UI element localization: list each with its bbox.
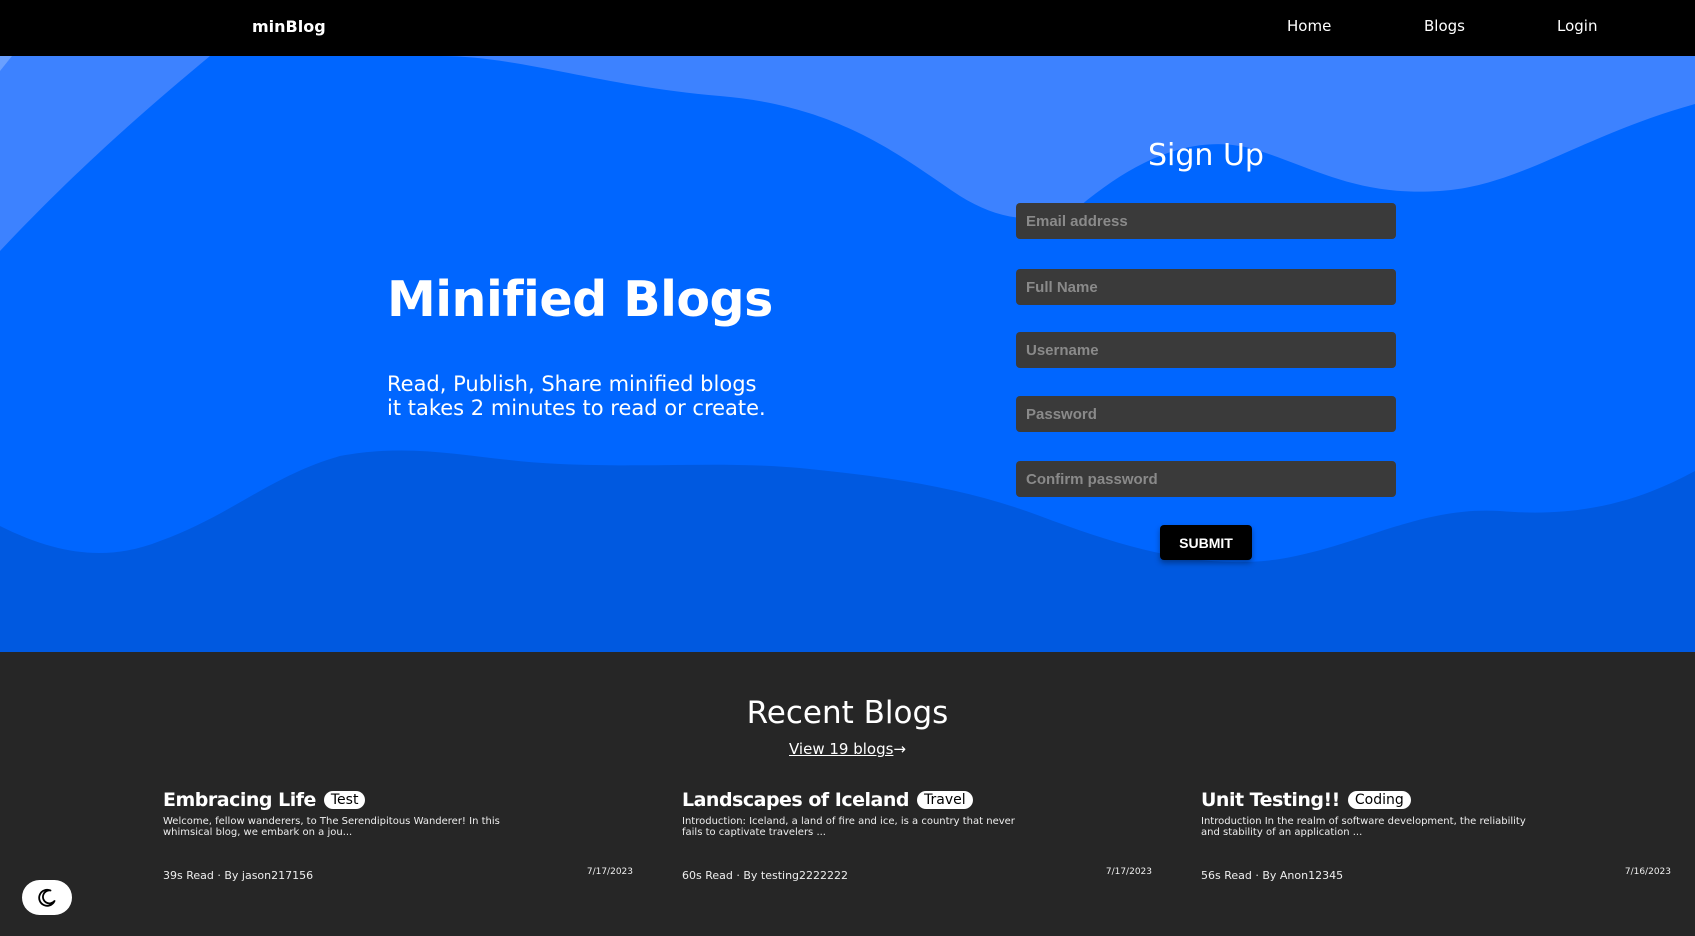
hero-subtitle: Read, Publish, Share minified blogs it t… — [387, 372, 766, 420]
blog-date: 7/16/2023 — [1624, 867, 1671, 877]
submit-button[interactable]: SUBMIT — [1160, 525, 1252, 560]
nav-blogs-link[interactable]: Blogs — [1424, 17, 1465, 35]
blog-excerpt: Introduction: Iceland, a land of fire an… — [682, 816, 1015, 838]
fullname-field[interactable] — [1016, 269, 1396, 305]
blog-excerpt: Welcome, fellow wanderers, to The Serend… — [163, 816, 500, 838]
blog-tag: Coding — [1347, 791, 1411, 809]
signup-title: Sign Up — [1148, 138, 1264, 173]
blog-tag: Test — [323, 791, 366, 809]
blog-title-text[interactable]: Embracing Life — [163, 789, 316, 811]
blog-card-title[interactable]: Embracing Life Test — [163, 789, 366, 811]
blog-card-title[interactable]: Landscapes of Iceland Travel — [682, 789, 973, 811]
blog-card[interactable]: Landscapes of Iceland Travel Introduction… — [682, 789, 1152, 889]
blog-meta: 56s Read · By Anon12345 — [1201, 869, 1344, 882]
blog-title-text[interactable]: Landscapes of Iceland — [682, 789, 909, 811]
hero-subtitle-line2: it takes 2 minutes to read or create. — [387, 396, 766, 420]
brand-logo[interactable]: minBlog — [252, 17, 326, 36]
navbar: minBlog Home Blogs Login — [0, 0, 1695, 56]
hero-section: Minified Blogs Read, Publish, Share mini… — [0, 56, 1695, 652]
email-field[interactable] — [1016, 203, 1396, 239]
blog-card[interactable]: Unit Testing!! Coding Introduction In the… — [1201, 789, 1671, 889]
blog-title-text[interactable]: Unit Testing!! — [1201, 789, 1340, 811]
username-field[interactable] — [1016, 332, 1396, 368]
nav-login-link[interactable]: Login — [1557, 17, 1597, 35]
nav-home-link[interactable]: Home — [1287, 17, 1331, 35]
blog-tag: Travel — [916, 791, 973, 809]
view-blogs-link[interactable]: View 19 blogs — [789, 740, 893, 758]
arrow-right-icon[interactable]: → — [893, 740, 906, 758]
theme-toggle-button[interactable] — [22, 880, 72, 915]
blog-date: 7/17/2023 — [1105, 867, 1152, 877]
confirm-password-field[interactable] — [1016, 461, 1396, 497]
blog-card-title[interactable]: Unit Testing!! Coding — [1201, 789, 1411, 811]
blog-date: 7/17/2023 — [586, 867, 633, 877]
moon-icon — [38, 888, 56, 907]
blog-meta: 39s Read · By jason217156 — [163, 869, 314, 882]
wave-background — [0, 56, 1695, 652]
blog-excerpt: Introduction In the realm of software de… — [1201, 816, 1526, 838]
hero-subtitle-line1: Read, Publish, Share minified blogs — [387, 372, 757, 396]
password-field[interactable] — [1016, 396, 1396, 432]
view-all-blogs: View 19 blogs→ — [0, 740, 1695, 758]
recent-blogs-title: Recent Blogs — [746, 695, 949, 731]
blog-card[interactable]: Embracing Life Test Welcome, fellow wande… — [163, 789, 633, 889]
blog-meta: 60s Read · By testing2222222 — [682, 869, 849, 882]
hero-title: Minified Blogs — [387, 271, 773, 328]
